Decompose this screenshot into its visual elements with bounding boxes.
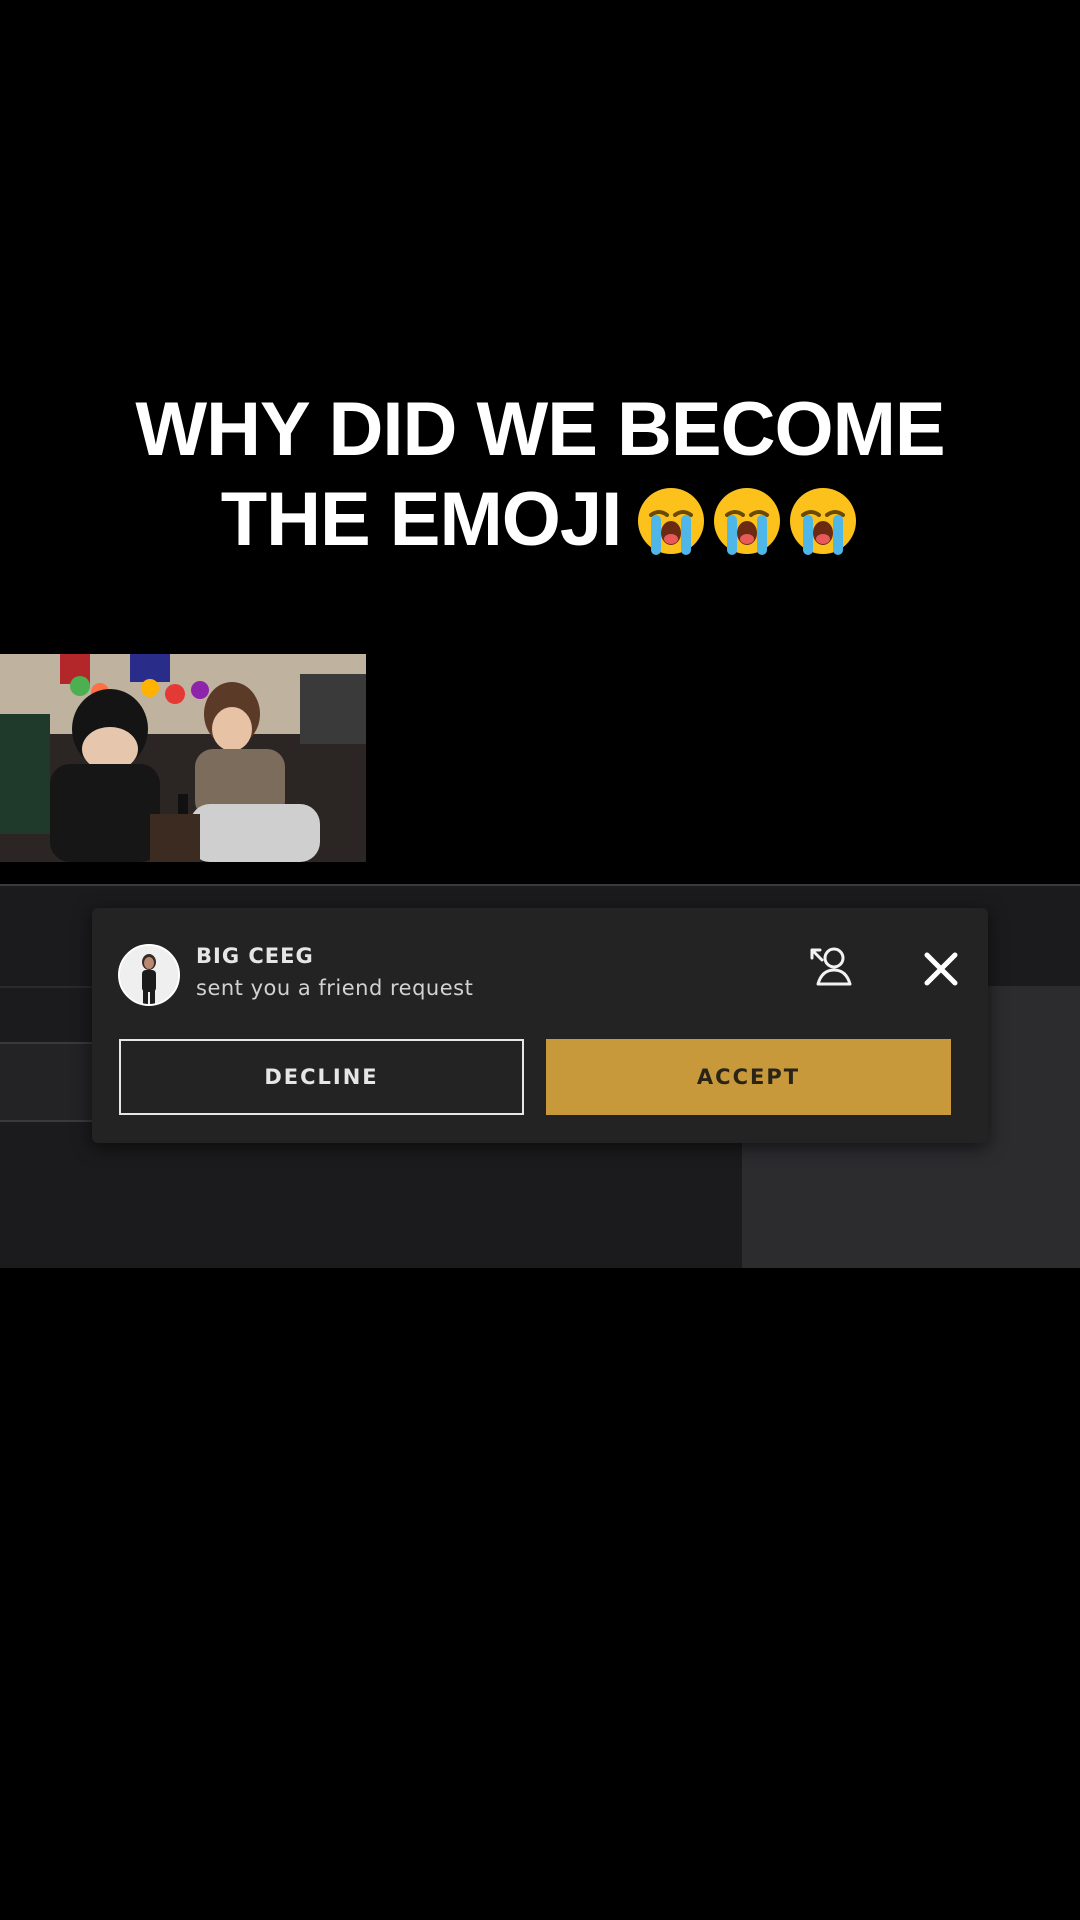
video-caption: WHY DID WE BECOME THE EMOJI [0, 385, 1080, 565]
request-message: sent you a friend request [196, 976, 474, 1000]
webcam-overlay [0, 654, 366, 862]
avatar-figure [120, 946, 178, 1004]
crying-emoji-icon [790, 488, 857, 555]
accept-button[interactable]: ACCEPT [546, 1039, 951, 1115]
caption-line-1: WHY DID WE BECOME [135, 387, 945, 472]
avatar [118, 944, 180, 1006]
webcam-scene [0, 654, 366, 862]
friend-request-notification: BIG CEEG sent you a friend request DECLI… [92, 908, 988, 1143]
sender-username: BIG CEEG [196, 944, 314, 968]
emoji-group [635, 485, 859, 557]
crying-emoji-icon [638, 488, 705, 555]
decline-button[interactable]: DECLINE [119, 1039, 524, 1115]
background-panel-left [0, 1042, 100, 1122]
friend-request-icon[interactable] [808, 944, 856, 988]
caption-line-2-text: THE EMOJI [220, 477, 623, 562]
close-icon[interactable] [922, 950, 960, 988]
crying-emoji-icon [714, 488, 781, 555]
caption-line-2: THE EMOJI [0, 475, 1080, 565]
